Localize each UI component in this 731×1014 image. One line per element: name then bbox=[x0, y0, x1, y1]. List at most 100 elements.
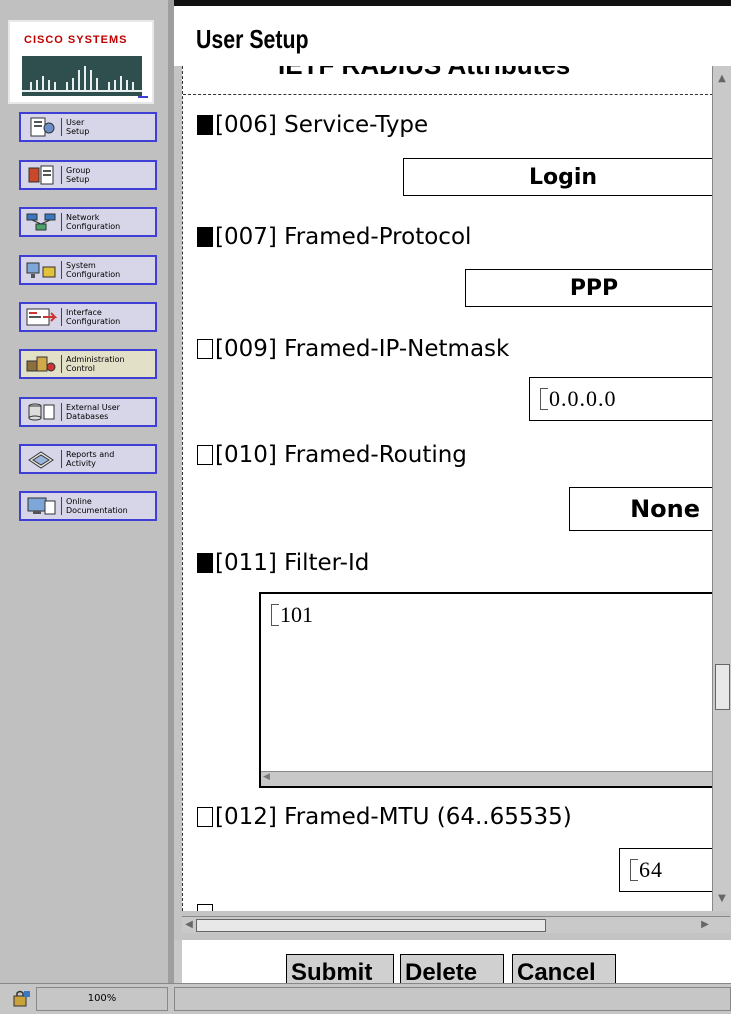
nav-separator bbox=[61, 497, 62, 515]
framed-protocol-label: [007] Framed-Protocol bbox=[215, 224, 472, 250]
text-cursor-icon bbox=[540, 388, 548, 410]
submit-button[interactable]: Submit bbox=[286, 954, 394, 984]
nav-network-configuration[interactable]: Network Configuration bbox=[19, 207, 157, 237]
nav-label: System Configuration bbox=[66, 261, 121, 279]
nav-separator bbox=[61, 118, 62, 136]
nav-label: User Setup bbox=[66, 118, 90, 136]
nav-administration-control[interactable]: Administration Control bbox=[19, 349, 157, 379]
online-documentation-icon bbox=[27, 497, 56, 515]
cancel-button[interactable]: Cancel bbox=[512, 954, 616, 984]
framed-ip-netmask-value: 0.0.0.0 bbox=[549, 386, 617, 411]
framed-mtu-input[interactable]: 64 bbox=[619, 848, 713, 892]
nav-separator bbox=[61, 355, 62, 373]
service-type-checkbox[interactable] bbox=[197, 115, 213, 135]
framed-mtu-value: 64 bbox=[639, 857, 663, 882]
nav-system-configuration[interactable]: System Configuration bbox=[19, 255, 157, 285]
external-user-databases-icon bbox=[28, 403, 55, 421]
cisco-logo: Cisco Systems bbox=[8, 20, 154, 104]
attr-service-type: [006] Service-Type bbox=[197, 112, 428, 138]
text-cursor-icon bbox=[271, 604, 279, 626]
framed-ip-netmask-input[interactable]: 0.0.0.0 bbox=[529, 377, 713, 421]
reports-activity-icon bbox=[28, 451, 54, 469]
vertical-scrollbar[interactable]: ▲ ▼ bbox=[712, 66, 731, 911]
filter-id-value: 101 bbox=[271, 602, 313, 628]
system-configuration-icon bbox=[26, 262, 56, 278]
administration-control-icon bbox=[26, 356, 56, 372]
horizontal-scroll-thumb[interactable] bbox=[196, 919, 546, 932]
nav-label: Online Documentation bbox=[66, 497, 128, 515]
nav-separator bbox=[61, 308, 62, 326]
scroll-left-arrow-icon[interactable]: ◀ bbox=[182, 918, 196, 932]
logo-underline bbox=[138, 96, 148, 98]
content-frame: IETF RADIUS Attributes [006] Service-Typ… bbox=[174, 66, 731, 940]
filter-id-label: [011] Filter-Id bbox=[215, 550, 370, 576]
attr-framed-mtu: [012] Framed-MTU (64..65535) bbox=[197, 804, 572, 830]
nav-separator bbox=[61, 403, 62, 421]
security-lock-icon bbox=[13, 990, 30, 1007]
framed-protocol-value: PPP bbox=[569, 275, 619, 301]
horizontal-scrollbar[interactable]: ◀ ▶ bbox=[182, 916, 730, 933]
nav-label: Administration Control bbox=[66, 355, 125, 373]
filter-id-text: 101 bbox=[280, 602, 313, 627]
framed-ip-netmask-label: [009] Framed-IP-Netmask bbox=[215, 336, 510, 362]
action-button-bar: Submit Delete Cancel bbox=[182, 940, 731, 984]
logo-text: Cisco Systems bbox=[24, 34, 128, 46]
interface-configuration-icon bbox=[26, 308, 57, 326]
nav-group-setup[interactable]: Group Setup bbox=[19, 160, 157, 190]
nav-label: External User Databases bbox=[66, 403, 120, 421]
vertical-scroll-thumb[interactable] bbox=[715, 664, 730, 710]
service-type-select[interactable]: Login bbox=[403, 158, 713, 196]
nav-separator bbox=[61, 450, 62, 468]
framed-mtu-checkbox[interactable] bbox=[197, 807, 213, 827]
attr-framed-ip-netmask: [009] Framed-IP-Netmask bbox=[197, 336, 509, 362]
framed-routing-checkbox[interactable] bbox=[197, 445, 213, 465]
status-message-area bbox=[174, 987, 731, 1011]
page-title: User Setup bbox=[196, 24, 309, 54]
filter-id-textarea[interactable]: 101 ◀ bbox=[259, 592, 713, 788]
nav-user-setup[interactable]: User Setup bbox=[19, 112, 157, 142]
nav-label: Interface Configuration bbox=[66, 308, 121, 326]
framed-mtu-label: [012] Framed-MTU (64..65535) bbox=[215, 804, 572, 830]
framed-routing-value: None bbox=[630, 495, 700, 523]
nav-label: Network Configuration bbox=[66, 213, 121, 231]
network-configuration-icon bbox=[26, 213, 56, 231]
nav-label: Reports and Activity bbox=[66, 450, 115, 468]
status-bar: 100% bbox=[0, 983, 731, 1014]
nav-external-user-databases[interactable]: External User Databases bbox=[19, 397, 157, 427]
title-bar: User Setup bbox=[174, 6, 731, 66]
filter-id-checkbox[interactable] bbox=[197, 553, 213, 573]
delete-button[interactable]: Delete bbox=[400, 954, 504, 984]
nav-separator bbox=[61, 213, 62, 231]
attributes-panel: IETF RADIUS Attributes [006] Service-Typ… bbox=[182, 66, 713, 911]
left-navigation: Cisco Systems User Setup Group Setup bbox=[0, 0, 174, 983]
service-type-value: Login bbox=[528, 164, 598, 190]
scroll-right-arrow-icon[interactable]: ▶ bbox=[698, 918, 712, 932]
section-divider bbox=[183, 94, 713, 95]
attr-filter-id: [011] Filter-Id bbox=[197, 550, 369, 576]
zoom-level: 100% bbox=[36, 987, 168, 1011]
nav-separator bbox=[61, 166, 62, 184]
attr-framed-protocol: [007] Framed-Protocol bbox=[197, 224, 471, 250]
framed-protocol-select[interactable]: PPP bbox=[465, 269, 713, 307]
filter-id-horizontal-scrollbar[interactable]: ◀ bbox=[261, 771, 713, 786]
user-setup-icon bbox=[30, 117, 55, 137]
bridge-logo-icon bbox=[22, 56, 142, 96]
nav-separator bbox=[61, 261, 62, 279]
service-type-label: [006] Service-Type bbox=[215, 112, 429, 138]
framed-ip-netmask-checkbox[interactable] bbox=[197, 339, 213, 359]
framed-routing-select[interactable]: None bbox=[569, 487, 713, 531]
section-heading: IETF RADIUS Attributes bbox=[278, 66, 570, 81]
nav-interface-configuration[interactable]: Interface Configuration bbox=[19, 302, 157, 332]
group-setup-icon bbox=[28, 165, 54, 185]
nav-reports-activity[interactable]: Reports and Activity bbox=[19, 444, 157, 474]
framed-routing-label: [010] Framed-Routing bbox=[215, 442, 467, 468]
nav-online-documentation[interactable]: Online Documentation bbox=[19, 491, 157, 521]
nav-label: Group Setup bbox=[66, 166, 91, 184]
scroll-down-arrow-icon[interactable]: ▼ bbox=[715, 892, 729, 906]
next-attribute-checkbox-partial bbox=[197, 904, 213, 911]
text-cursor-icon bbox=[630, 859, 638, 881]
scroll-left-arrow-icon[interactable]: ◀ bbox=[263, 772, 270, 782]
attr-framed-routing: [010] Framed-Routing bbox=[197, 442, 467, 468]
framed-protocol-checkbox[interactable] bbox=[197, 227, 213, 247]
scroll-up-arrow-icon[interactable]: ▲ bbox=[715, 72, 729, 86]
